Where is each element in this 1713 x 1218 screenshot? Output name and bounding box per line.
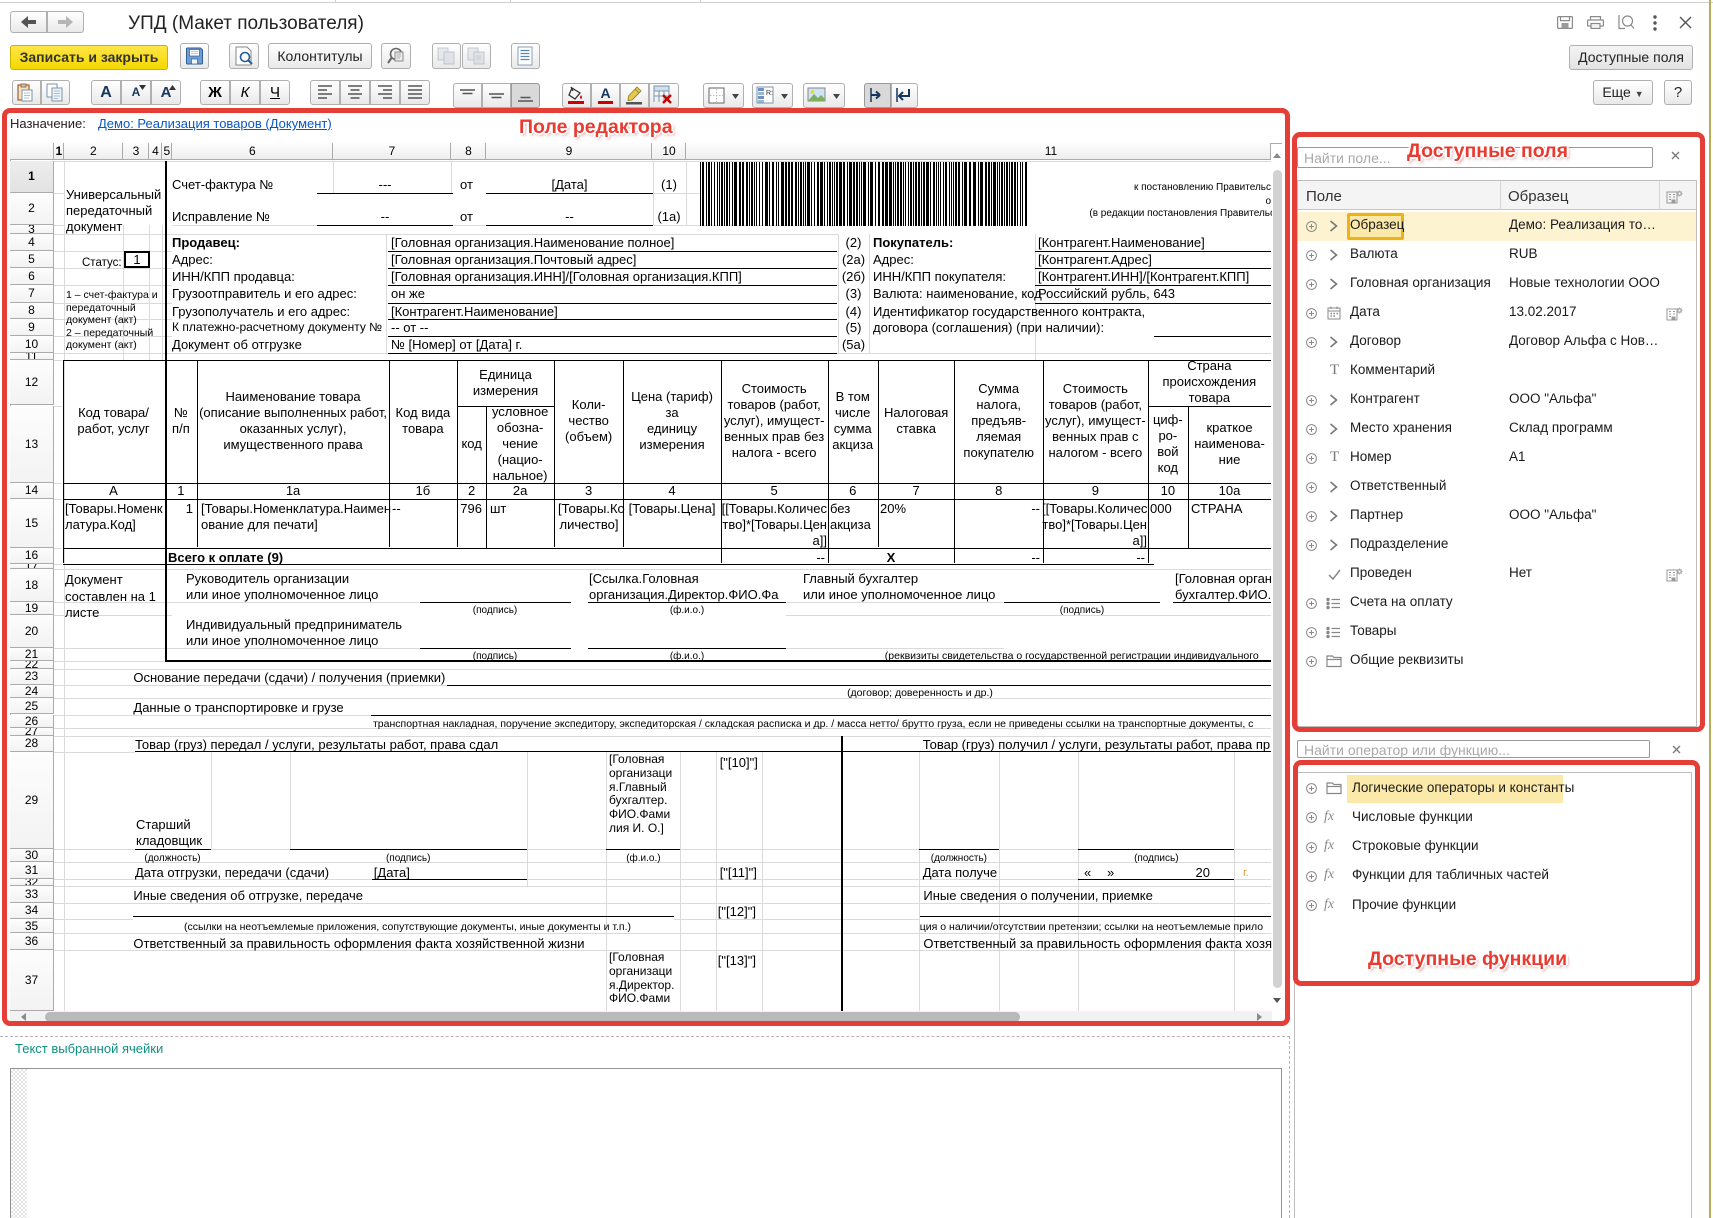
svg-text:R:: R: [766, 90, 773, 97]
